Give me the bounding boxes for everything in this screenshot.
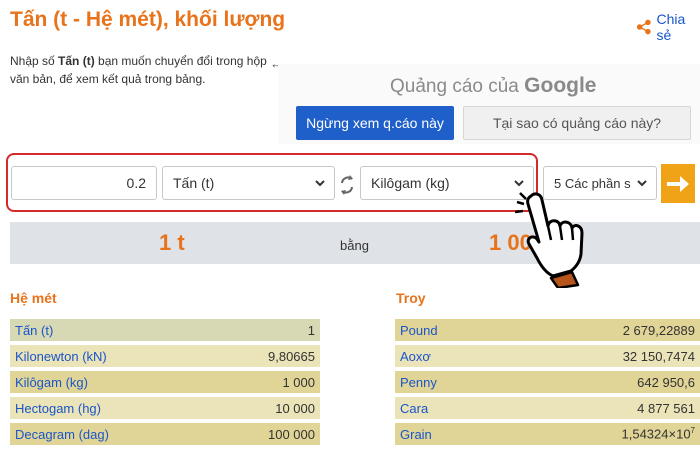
- troy-row: Grain 1,54324×107: [395, 423, 700, 445]
- from-unit-select[interactable]: Tấn (t): [162, 166, 335, 200]
- troy-row: Cara 4 877 561: [395, 397, 700, 419]
- metric-unit-link[interactable]: Kilonewton (kN): [15, 349, 107, 364]
- chevron-down-icon: [637, 180, 647, 187]
- troy-value: 4 877 561: [637, 400, 695, 416]
- troy-unit-link[interactable]: Grain: [400, 427, 432, 442]
- metric-unit-link[interactable]: Decagram (dag): [15, 427, 109, 442]
- result-bar: 1 t bằng 1 00 g: [10, 222, 700, 264]
- troy-value-exponent: 7: [690, 426, 695, 436]
- share-label: Chia sẻ: [656, 11, 686, 43]
- metric-row: Tấn (t) 1: [10, 319, 320, 341]
- troy-row: Pound 2 679,22889: [395, 319, 700, 341]
- arrow-right-icon: [667, 175, 689, 192]
- troy-value: 1,54324×107: [621, 426, 696, 442]
- ad-label: Quảng cáo của Google: [390, 74, 597, 97]
- share-icon: [636, 19, 651, 35]
- troy-unit-link[interactable]: Pound: [400, 323, 438, 338]
- to-unit-select[interactable]: Kilôgam (kg): [360, 166, 534, 200]
- from-unit-value: Tấn (t): [173, 175, 215, 191]
- troy-heading: Troy: [396, 290, 426, 306]
- ad-panel: Quảng cáo của Google Ngừng xem q.cáo này…: [278, 64, 700, 144]
- metric-value: 1 000: [282, 374, 315, 390]
- metric-unit-link[interactable]: Kilôgam (kg): [15, 375, 88, 390]
- page-title: Tấn (t - Hệ mét), khối lượng: [10, 8, 286, 31]
- troy-unit-link[interactable]: Penny: [400, 375, 437, 390]
- share-link[interactable]: Chia sẻ: [636, 11, 700, 43]
- troy-value: 642 950,6: [637, 374, 695, 390]
- troy-value: 2 679,22889: [622, 322, 695, 338]
- metric-value: 9,80665: [268, 348, 315, 364]
- pointer-hand-icon: [515, 192, 584, 288]
- metric-row: Hectogam (hg) 10 000: [10, 397, 320, 419]
- metric-unit-link[interactable]: Hectogam (hg): [15, 401, 101, 416]
- troy-row: Aoxơ 32 150,7474: [395, 345, 700, 367]
- intro-text: Nhập số Tấn (t) bạn muốn chuyển đổi tron…: [10, 54, 267, 86]
- troy-row: Penny 642 950,6: [395, 371, 700, 393]
- stop-ad-button[interactable]: Ngừng xem q.cáo này: [296, 106, 454, 140]
- metric-unit-link[interactable]: Tấn (t): [15, 323, 53, 338]
- troy-value: 32 150,7474: [622, 348, 695, 364]
- metric-row: Kilonewton (kN) 9,80665: [10, 345, 320, 367]
- result-source: 1 t: [159, 230, 185, 255]
- troy-unit-link[interactable]: Cara: [400, 401, 428, 416]
- metric-value: 10 000: [275, 400, 315, 416]
- metric-value: 1: [307, 322, 315, 338]
- to-unit-value: Kilôgam (kg): [371, 175, 450, 191]
- metric-value: 100 000: [268, 426, 315, 442]
- metric-heading: Hệ mét: [10, 290, 57, 306]
- why-ad-button[interactable]: Tại sao có quảng cáo này?: [463, 106, 691, 140]
- metric-row: Decagram (dag) 100 000: [10, 423, 320, 445]
- value-input[interactable]: [11, 166, 157, 200]
- intro-unit: Tấn (t): [58, 54, 95, 68]
- result-equals: bằng: [340, 238, 369, 253]
- convert-button[interactable]: [661, 164, 695, 203]
- troy-unit-link[interactable]: Aoxơ: [400, 349, 431, 364]
- precision-value: 5 Các phần s: [554, 175, 631, 191]
- chevron-down-icon: [514, 180, 524, 187]
- metric-row: Kilôgam (kg) 1 000: [10, 371, 320, 393]
- chevron-down-icon: [315, 180, 325, 187]
- swap-icon[interactable]: [338, 172, 356, 198]
- google-logo: Google: [524, 74, 597, 97]
